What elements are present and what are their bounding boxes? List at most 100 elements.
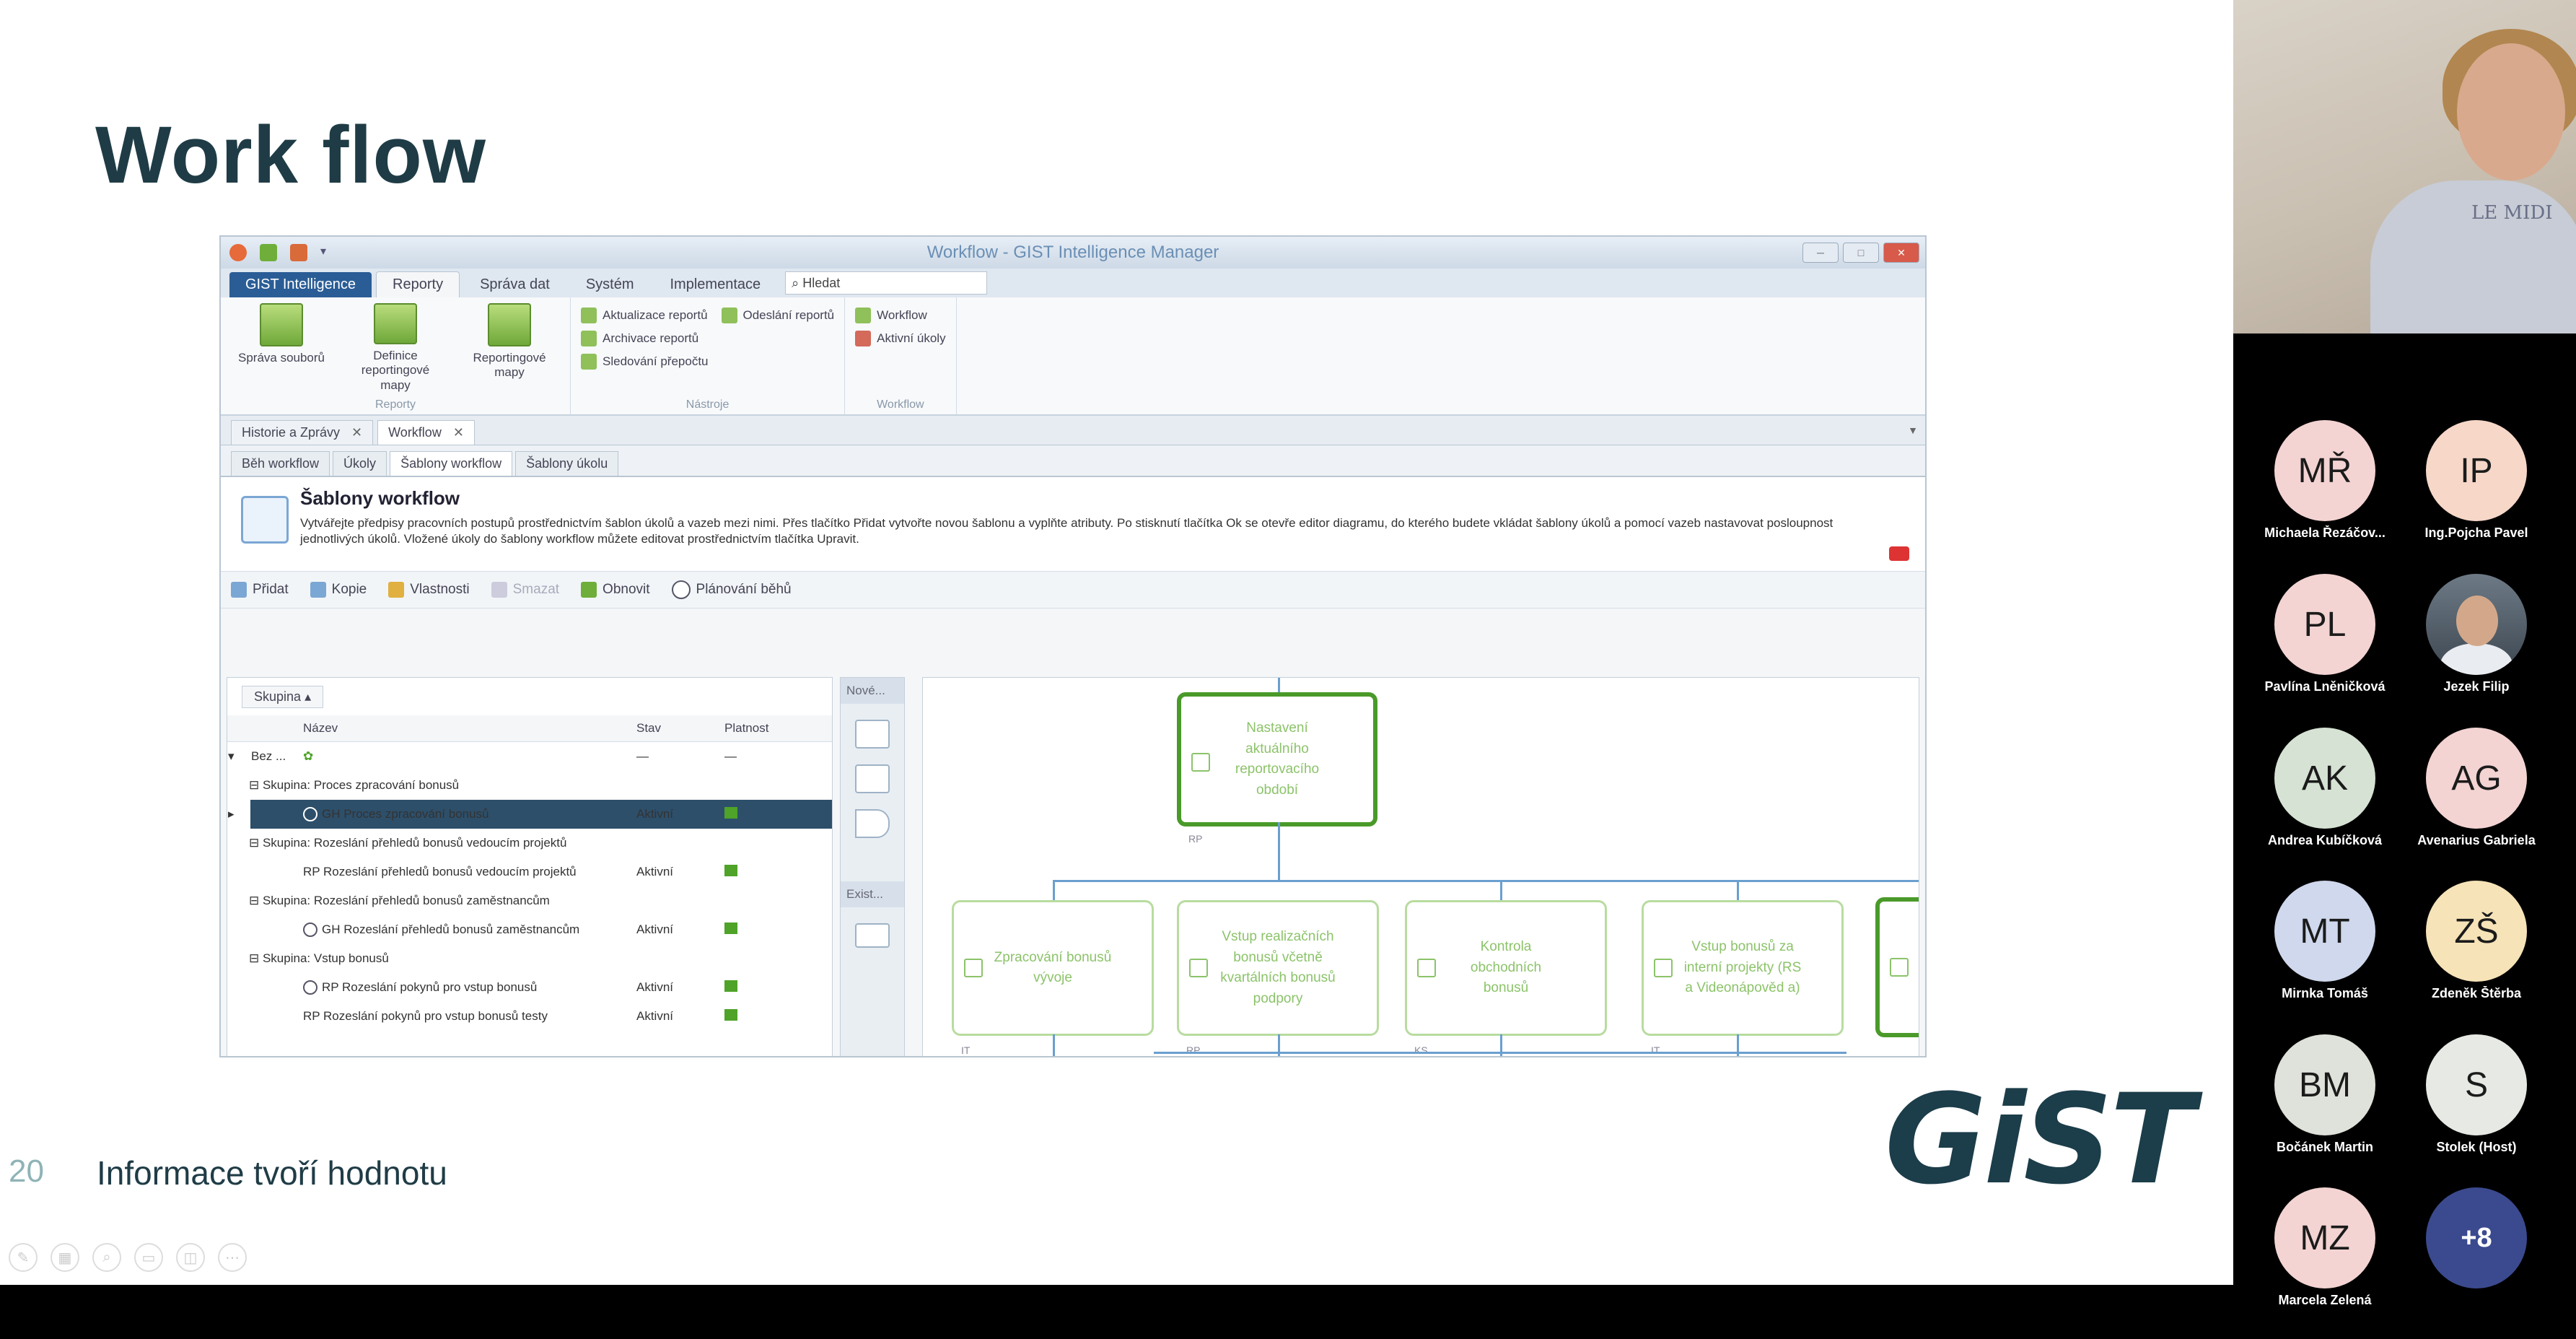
diagram-node-partial[interactable] xyxy=(1875,897,1919,1037)
smazat-button[interactable]: Smazat xyxy=(491,582,559,598)
obnovit-button[interactable]: Obnovit xyxy=(581,582,650,598)
group-chip[interactable]: Skupina ▴ xyxy=(242,685,324,708)
row-stav: Aktivní xyxy=(636,980,674,994)
participant-tile[interactable]: S Stolek (Host) xyxy=(2404,1034,2549,1155)
subtitles-icon[interactable]: ▭ xyxy=(134,1243,163,1272)
pen-icon[interactable]: ✎ xyxy=(9,1243,38,1272)
archivace-reportu-button[interactable]: Archivace reportů xyxy=(581,331,709,346)
diagram-node[interactable]: Vstup bonusů za interní projekty (RS a V… xyxy=(1642,900,1844,1056)
more-participants-button[interactable]: +8 xyxy=(2404,1187,2549,1288)
presentation-slide: Work flow ▾ Workflow - GIST Intelligence… xyxy=(0,0,2233,1285)
participant-tile[interactable]: PL Pavlína Lněničková xyxy=(2253,574,2397,694)
row-name: RP Rozeslání pokynů pro vstup bonusů xyxy=(302,973,636,1002)
participant-tile[interactable]: AK Andrea Kubíčková xyxy=(2253,728,2397,848)
expand-icon[interactable]: ▾ xyxy=(227,742,250,772)
row-name-text: GH Proces zpracování bonusů xyxy=(322,806,489,821)
node-tag: RP xyxy=(1186,1044,1201,1056)
diagram-node[interactable]: Zpracování bonusů vývoje IT xyxy=(952,900,1154,1056)
palette-decision-shape[interactable] xyxy=(855,764,890,793)
sprava-souboru-button[interactable]: Správa souborů xyxy=(231,303,332,393)
archivace-label: Archivace reportů xyxy=(603,331,699,345)
tab-system[interactable]: Systém xyxy=(570,272,650,297)
table-row[interactable]: RP Rozeslání pokynů pro vstup bonusů tes… xyxy=(227,1002,832,1031)
close-icon[interactable]: ✕ xyxy=(453,425,464,440)
tab-ukoly[interactable]: Úkoly xyxy=(333,451,387,476)
table-row[interactable]: RP Rozeslání přehledů bonusů vedoucím pr… xyxy=(227,858,832,886)
doc-tab-workflow[interactable]: Workflow ✕ xyxy=(377,420,475,445)
close-button[interactable]: ✕ xyxy=(1883,243,1919,263)
zoom-icon[interactable]: ⌕ xyxy=(92,1243,121,1272)
participant-tile[interactable]: BM Bočánek Martin xyxy=(2253,1034,2397,1155)
shirt-print: LE MIDI xyxy=(2471,202,2553,224)
presenter-video[interactable]: LE MIDI xyxy=(2233,0,2576,333)
row-name: GH Proces zpracování bonusů xyxy=(302,800,636,829)
odeslani-reportu-button[interactable]: Odeslání reportů xyxy=(721,308,834,323)
aktualizace-reportu-button[interactable]: Aktualizace reportů xyxy=(581,308,709,323)
participant-name: Zdeněk Štěrba xyxy=(2431,986,2522,1000)
table-row[interactable]: ▸ GH Proces zpracování bonusů Aktivní xyxy=(227,800,832,829)
definice-mapy-button[interactable]: Definice reportingové mapy xyxy=(345,303,446,393)
reportingove-mapy-button[interactable]: Reportingové mapy xyxy=(459,303,560,393)
more-icon[interactable]: ⋯ xyxy=(218,1243,247,1272)
maximize-button[interactable]: □ xyxy=(1843,243,1879,263)
camera-icon[interactable]: ◫ xyxy=(176,1243,205,1272)
diagram-node[interactable]: Vstup realizačních bonusů včetně kvartál… xyxy=(1177,900,1379,1056)
vlastnosti-button[interactable]: Vlastnosti xyxy=(388,582,470,598)
column-nazev[interactable]: Název xyxy=(302,715,636,742)
search-input[interactable]: ⌕ Hledat xyxy=(785,271,988,295)
participant-tile[interactable]: MT Mirnka Tomáš xyxy=(2253,881,2397,1001)
tab-implementace[interactable]: Implementace xyxy=(654,272,777,297)
table-row-root[interactable]: ▾ Bez ... ✿ — — xyxy=(227,742,832,772)
doc-tab-label: Historie a Zprávy xyxy=(242,425,341,440)
column-stav[interactable]: Stav xyxy=(636,715,724,742)
root-name: Bez ... xyxy=(251,749,286,763)
close-icon[interactable]: ✕ xyxy=(351,425,362,440)
group-row[interactable]: ⊟ Skupina: Rozeslání přehledů bonusů ved… xyxy=(227,829,832,858)
kopie-button[interactable]: Kopie xyxy=(310,582,367,598)
palette-exist-header[interactable]: Exist... xyxy=(841,881,904,907)
table-row[interactable]: RP Rozeslání pokynů pro vstup bonusů Akt… xyxy=(227,973,832,1002)
palette-task-shape[interactable] xyxy=(855,720,890,749)
workflow-button[interactable]: Workflow xyxy=(855,308,945,323)
pridat-button[interactable]: Přidat xyxy=(231,582,289,598)
row-name: RP Rozeslání přehledů bonusů vedoucím pr… xyxy=(303,865,577,878)
diagram-node-start[interactable]: Nastavení aktuálního reportovacího obdob… xyxy=(1177,692,1377,845)
connector xyxy=(1500,1034,1502,1056)
tab-gist-intelligence[interactable]: GIST Intelligence xyxy=(229,272,372,297)
node-label: Zpracování bonusů vývoje xyxy=(994,949,1112,986)
smazat-label: Smazat xyxy=(512,582,560,597)
tab-sablony-ukolu[interactable]: Šablony úkolu xyxy=(515,451,619,476)
tab-sablony-workflow[interactable]: Šablony workflow xyxy=(390,451,513,476)
aktivni-ukoly-button[interactable]: Aktivní úkoly xyxy=(855,331,946,346)
palette-search-shape[interactable] xyxy=(855,923,890,948)
participant-tile[interactable]: IP Ing.Pojcha Pavel xyxy=(2404,420,2549,541)
palette-new-header[interactable]: Nové... xyxy=(841,678,904,704)
table-row[interactable]: GH Rozeslání přehledů bonusů zaměstnanců… xyxy=(227,915,832,944)
doc-tab-historie[interactable]: Historie a Zprávy ✕ xyxy=(231,420,374,445)
chevron-down-icon[interactable]: ▼ xyxy=(1908,424,1918,436)
participant-tile[interactable]: MŘ Michaela Řezáčov... xyxy=(2253,420,2397,541)
minimize-button[interactable]: ─ xyxy=(1802,243,1839,263)
palette-arrow-shape[interactable] xyxy=(855,809,890,838)
group-row[interactable]: ⊟ Skupina: Proces zpracování bonusů xyxy=(227,771,832,800)
diagram-canvas[interactable]: Nastavení aktuálního reportovacího obdob… xyxy=(922,677,1919,1056)
row-indent xyxy=(250,973,302,1002)
group-row[interactable]: ⊟ Skupina: Vstup bonusů xyxy=(227,944,832,973)
tab-beh-workflow[interactable]: Běh workflow xyxy=(231,451,330,476)
video-help-icon[interactable] xyxy=(1889,546,1909,561)
diagram-node[interactable]: Kontrola obchodních bonusů KS xyxy=(1405,900,1607,1056)
participant-tile[interactable]: MZ Marcela Zelená xyxy=(2253,1187,2397,1308)
slides-icon[interactable]: ▦ xyxy=(51,1243,79,1272)
participant-tile[interactable]: AG Avenarius Gabriela xyxy=(2404,728,2549,848)
participant-tile[interactable]: ZŠ Zdeněk Štěrba xyxy=(2404,881,2549,1001)
search-label: Hledat xyxy=(802,276,841,290)
sledovani-prepoctu-button[interactable]: Sledování přepočtu xyxy=(581,354,709,370)
kopie-label: Kopie xyxy=(331,582,367,597)
tab-reporty[interactable]: Reporty xyxy=(376,271,460,297)
connector xyxy=(1278,822,1280,880)
participant-tile[interactable]: Jezek Filip xyxy=(2404,574,2549,694)
tab-sprava-dat[interactable]: Správa dat xyxy=(464,272,566,297)
column-platnost[interactable]: Platnost xyxy=(724,715,832,742)
group-row[interactable]: ⊟ Skupina: Rozeslání přehledů bonusů zam… xyxy=(227,886,832,915)
planovani-behu-button[interactable]: Plánování běhů xyxy=(671,580,792,599)
